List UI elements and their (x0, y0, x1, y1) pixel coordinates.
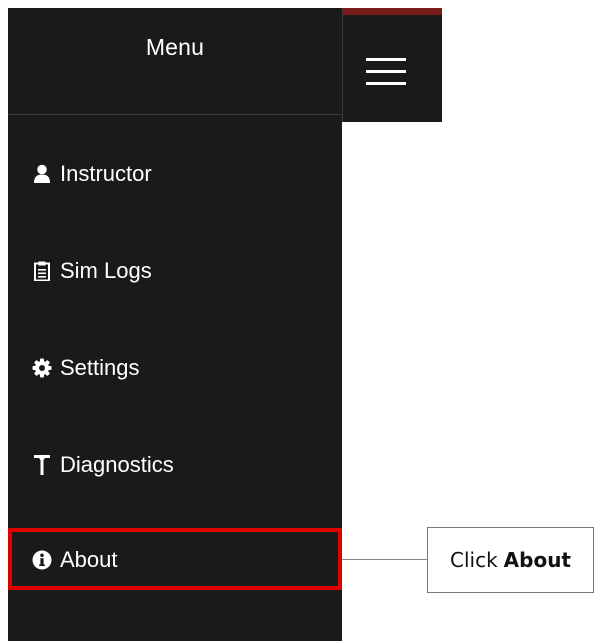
navigation-drawer: Menu Instructor Sim Logs Settings Diagno… (8, 8, 342, 641)
menu-item-about[interactable]: About (8, 530, 342, 590)
top-bar (342, 8, 442, 122)
clipboard-icon (32, 261, 52, 281)
callout-connector-line (342, 559, 427, 560)
hammer-icon (32, 455, 52, 475)
info-icon (32, 550, 52, 570)
user-icon (32, 164, 52, 184)
drawer-title: Menu (145, 34, 205, 60)
menu-item-sim-logs[interactable]: Sim Logs (8, 241, 342, 301)
instruction-callout: Click About (427, 527, 594, 593)
menu-item-settings[interactable]: Settings (8, 338, 342, 398)
menu-item-diagnostics[interactable]: Diagnostics (8, 435, 342, 495)
callout-emphasis: About (503, 548, 571, 572)
top-bar-accent (343, 8, 442, 15)
gear-icon (32, 358, 52, 378)
menu-item-label: About (60, 547, 118, 572)
menu-item-label: Diagnostics (60, 452, 174, 477)
menu-item-label: Instructor (60, 161, 152, 186)
drawer-header: Menu (8, 8, 342, 115)
callout-prefix: Click (450, 548, 498, 572)
hamburger-icon[interactable] (366, 58, 406, 88)
menu-item-instructor[interactable]: Instructor (8, 144, 342, 204)
menu-item-label: Settings (60, 355, 140, 380)
menu-item-label: Sim Logs (60, 258, 152, 283)
